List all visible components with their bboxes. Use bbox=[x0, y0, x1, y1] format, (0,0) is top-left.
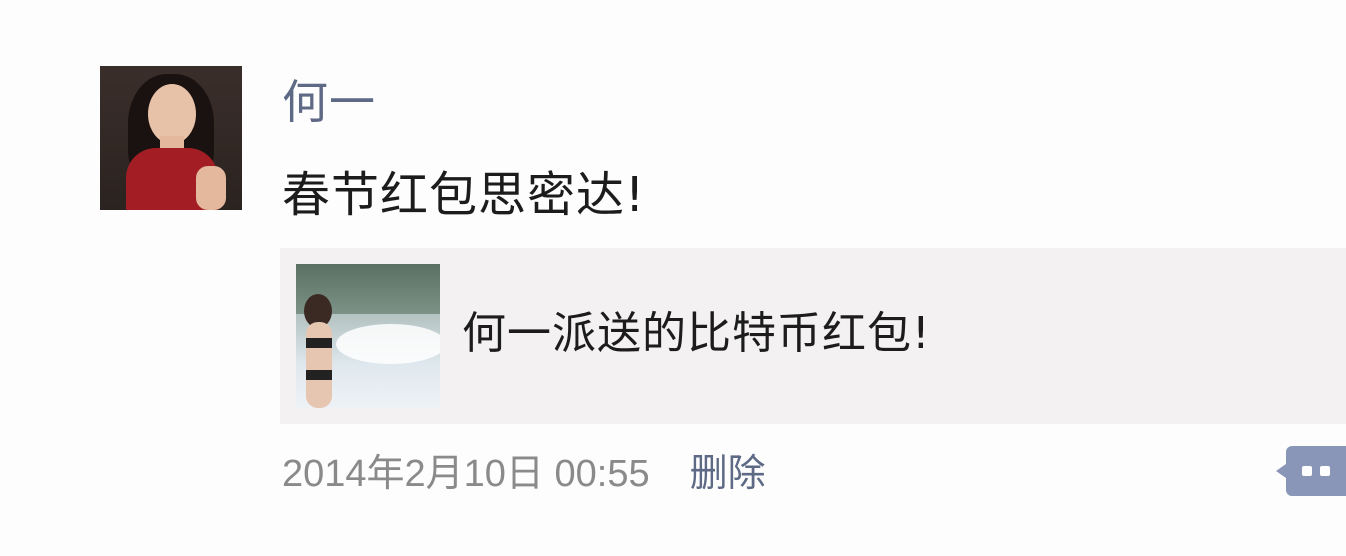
thumbnail-wave bbox=[336, 324, 440, 364]
avatar-face bbox=[148, 84, 196, 144]
more-dot bbox=[1320, 466, 1330, 476]
shared-link-thumbnail bbox=[296, 264, 440, 408]
moments-post: 何一 春节红包思密达! 何一派送的比特币红包! 2014年2月10日 00:55… bbox=[100, 66, 1346, 536]
post-timestamp: 2014年2月10日 00:55 bbox=[282, 452, 650, 495]
delete-link[interactable]: 删除 bbox=[690, 442, 766, 497]
post-text: 春节红包思密达! bbox=[282, 167, 646, 223]
thumbnail-bikini-bottom bbox=[306, 370, 332, 380]
comment-dots-icon[interactable] bbox=[1276, 446, 1346, 496]
thumbnail-person-body bbox=[306, 322, 332, 408]
more-dot bbox=[1302, 466, 1312, 476]
post-meta: 2014年2月10日 00:55 删除 bbox=[282, 442, 766, 497]
moments-screen: 何一 春节红包思密达! 何一派送的比特币红包! 2014年2月10日 00:55… bbox=[0, 0, 1346, 556]
thumbnail-bikini-top bbox=[306, 338, 332, 348]
avatar-arm bbox=[196, 166, 226, 210]
shared-link-title: 何一派送的比特币红包! bbox=[462, 308, 931, 359]
author-avatar[interactable] bbox=[100, 66, 242, 210]
shared-link-card[interactable]: 何一派送的比特币红包! bbox=[280, 248, 1346, 424]
author-name[interactable]: 何一 bbox=[282, 72, 376, 132]
